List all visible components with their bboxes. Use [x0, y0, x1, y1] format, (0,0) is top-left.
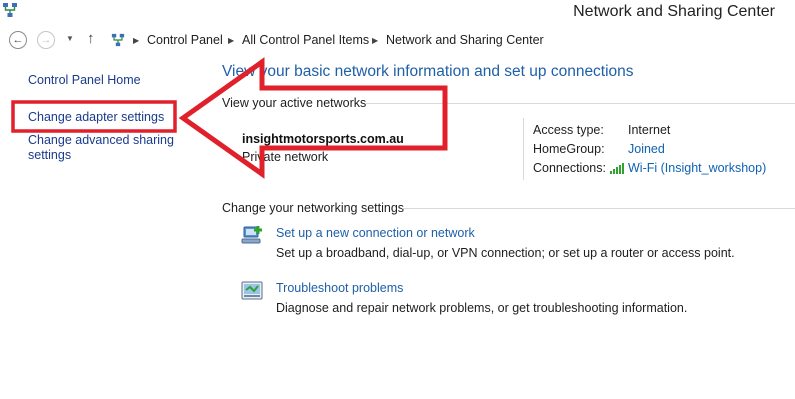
setup-connection-desc: Set up a broadband, dial-up, or VPN conn…: [276, 246, 735, 260]
networking-settings-label: Change your networking settings: [222, 201, 405, 215]
up-arrow-icon[interactable]: ↑: [87, 30, 95, 47]
forward-arrow-icon[interactable]: →: [37, 31, 55, 49]
troubleshoot-link[interactable]: Troubleshoot problems: [276, 281, 403, 295]
troubleshoot-icon: [241, 281, 263, 300]
vertical-divider: [523, 118, 524, 180]
network-type[interactable]: Private network: [242, 150, 328, 164]
network-setup-icon: [241, 226, 262, 244]
change-advanced-sharing-link[interactable]: Change advanced sharing settings: [28, 133, 174, 162]
advanced-sharing-line-2: settings: [28, 148, 72, 162]
advanced-sharing-line-1: Change advanced sharing: [28, 133, 174, 147]
breadcrumb-control-panel[interactable]: Control Panel: [147, 33, 223, 47]
setup-connection-link[interactable]: Set up a new connection or network: [276, 226, 475, 240]
change-adapter-settings-link[interactable]: Change adapter settings: [28, 110, 164, 124]
section-divider: [366, 103, 795, 104]
network-center-icon: [3, 3, 17, 17]
control-panel-icon: [111, 33, 125, 47]
breadcrumb-network-center[interactable]: Network and Sharing Center: [386, 33, 544, 47]
breadcrumb-separator-icon: ▶: [228, 36, 235, 45]
breadcrumb-all-items[interactable]: All Control Panel Items: [242, 33, 369, 47]
homegroup-link[interactable]: Joined: [628, 142, 665, 156]
control-panel-home-link[interactable]: Control Panel Home: [28, 73, 141, 87]
network-name: insightmotorsports.com.au: [242, 132, 404, 146]
homegroup-label: HomeGroup:: [533, 142, 605, 156]
recent-locations-chevron-icon[interactable]: ▼: [66, 34, 74, 43]
annotation-overlay: [11, 57, 448, 179]
page-heading: View your basic network information and …: [222, 63, 634, 80]
access-type-label: Access type:: [533, 123, 604, 137]
window-title: Network and Sharing Center: [573, 3, 775, 20]
troubleshoot-desc: Diagnose and repair network problems, or…: [276, 301, 688, 315]
wifi-connection-link[interactable]: Wi-Fi (Insight_workshop): [628, 161, 766, 175]
back-arrow-icon[interactable]: ←: [9, 31, 27, 49]
breadcrumb-separator-icon: ▶: [372, 36, 379, 45]
connections-label: Connections:: [533, 161, 606, 175]
wifi-signal-icon: [610, 163, 624, 174]
access-type-value: Internet: [628, 123, 671, 137]
active-networks-label: View your active networks: [222, 96, 367, 110]
address-bar: ← → ▼ ↑ ▶ Control Panel ▶ All Control Pa…: [0, 28, 795, 54]
section-divider: [402, 208, 795, 209]
breadcrumb-separator-icon: ▶: [133, 36, 140, 45]
